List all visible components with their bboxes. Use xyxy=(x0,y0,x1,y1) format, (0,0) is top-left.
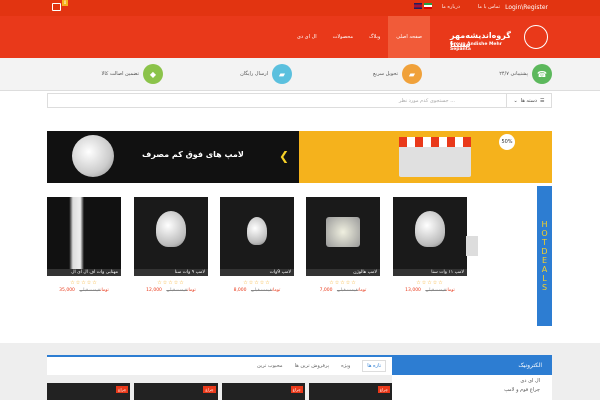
nav-blog[interactable]: وبلاگ xyxy=(361,16,388,58)
about-link[interactable]: درباره ما xyxy=(442,4,460,10)
category-title: الکترونیک xyxy=(392,355,552,375)
product-thumb[interactable]: چراغ xyxy=(221,383,305,400)
menu-icon: ☰ xyxy=(540,97,545,104)
globe-logo-icon xyxy=(524,25,548,49)
category-item[interactable]: ال ای دی xyxy=(392,375,552,384)
product-image xyxy=(306,197,380,269)
rating-stars: ☆☆☆☆☆ xyxy=(416,280,444,286)
bulb-image xyxy=(72,135,114,177)
rating-stars: ☆☆☆☆☆ xyxy=(157,280,185,286)
category-sidebar: الکترونیک ال ای دی چراغ فوم و لامپ xyxy=(392,355,552,400)
iran-flag-icon[interactable] xyxy=(424,3,432,9)
chevron-down-icon: ⌄ xyxy=(513,97,518,104)
product-image xyxy=(393,197,467,269)
shop-banner[interactable]: 50% xyxy=(299,131,552,183)
rating-stars: ☆☆☆☆☆ xyxy=(243,280,271,286)
cart-count-badge: 0 xyxy=(62,0,68,6)
truck-icon: ▰ xyxy=(402,64,422,84)
product-thumb[interactable]: چراغ xyxy=(308,383,392,400)
hot-deals-tab[interactable]: HOTDEALS xyxy=(537,186,552,326)
tab-special[interactable]: ویژه xyxy=(341,363,350,369)
features-bar: پشتیبانی ۲۴/۷ ☎ تحویل سریع ▰ ارسال رایگا… xyxy=(0,58,600,91)
header: گروه‌اندیشه‌مهر سپنتا Group Andishe Mehr… xyxy=(0,16,600,58)
product-thumb[interactable]: چراغ xyxy=(134,383,218,400)
tab-popular[interactable]: محبوب ترین xyxy=(257,363,283,369)
product-card[interactable]: مهتابی وات اف ال ای ال ☆☆☆☆☆ 35,000 توما… xyxy=(47,197,121,305)
product-name: مهتابی وات اف ال ای ال xyxy=(47,269,121,276)
feature-authenticity-label: تضمین اصالت کالا xyxy=(101,71,139,77)
shield-icon: ◆ xyxy=(143,64,163,84)
search-input[interactable]: جستجوی کدم مورد نظر ... xyxy=(399,98,455,104)
nav-led[interactable]: ال ای دی xyxy=(289,16,325,58)
rating-stars: ☆☆☆☆☆ xyxy=(70,280,98,286)
discount-badge: 50% xyxy=(499,134,515,150)
product-image xyxy=(220,197,294,269)
nav-products[interactable]: محصولات xyxy=(325,16,361,58)
uk-flag-icon[interactable] xyxy=(414,3,422,9)
product-name: لامپ 9وات xyxy=(220,269,294,276)
tab-new[interactable]: تازه ها xyxy=(362,360,386,372)
tab-bestsellers[interactable]: پرفروش ترین ها xyxy=(295,363,330,369)
language-selector[interactable] xyxy=(414,3,434,12)
product-price: 13,000 تومانقیمت قبلی xyxy=(405,288,455,293)
feature-free-shipping: ارسال رایگان ▰ xyxy=(240,63,292,85)
login-register-link[interactable]: Login\Register xyxy=(505,4,548,11)
feature-authenticity: تضمین اصالت کالا ◆ xyxy=(102,63,163,85)
arrow-icon: ❮ xyxy=(279,149,290,163)
product-thumb[interactable]: چراغ xyxy=(47,383,131,400)
category-select-label: دسته ها xyxy=(520,97,538,104)
feature-free-shipping-label: ارسال رایگان xyxy=(240,71,268,77)
product-tabs: تازه ها ویژه پرفروش ترین ها محبوب ترین xyxy=(47,355,392,375)
feature-fast-delivery: تحویل سریع ▰ xyxy=(373,63,422,85)
feature-support: پشتیبانی ۲۴/۷ ☎ xyxy=(499,63,552,85)
contact-link[interactable]: تماس با ما xyxy=(478,4,500,10)
nav-home[interactable]: صفحه اصلی xyxy=(388,16,430,58)
product-image xyxy=(47,197,121,269)
main-nav: صفحه اصلی وبلاگ محصولات ال ای دی xyxy=(289,16,430,58)
search-button[interactable] xyxy=(48,94,54,107)
led-banner[interactable]: لامپ های فوق کم مصرف ❮ xyxy=(47,131,299,183)
shop-illustration xyxy=(399,137,471,177)
product-name: لامپ هالوژن xyxy=(306,269,380,276)
feature-support-label: پشتیبانی ۲۴/۷ xyxy=(499,71,528,77)
search-bar: جستجوی کدم مورد نظر ... ⌄ دسته ها ☰ xyxy=(47,93,552,108)
feature-fast-delivery-label: تحویل سریع xyxy=(373,71,398,77)
product-name: لامپ ۱۱ وات سنا xyxy=(393,269,467,276)
product-carousel: لامپ ۱۱ وات سنا ☆☆☆☆☆ 13,000 تومانقیمت ق… xyxy=(47,197,477,307)
product-card[interactable]: لامپ هالوژن ☆☆☆☆☆ 7,000 تومانقیمت قبلی xyxy=(306,197,380,305)
banner-text: لامپ های فوق کم مصرف xyxy=(142,150,244,159)
carousel-next-button[interactable] xyxy=(466,236,478,256)
product-image xyxy=(134,197,208,269)
phone-icon: ☎ xyxy=(532,64,552,84)
category-select[interactable]: ⌄ دسته ها ☰ xyxy=(506,94,551,107)
product-price: 7,000 تومانقیمت قبلی xyxy=(319,288,367,293)
top-bar: 0 درباره ما تماس با ما Login\Register xyxy=(0,0,600,16)
logo[interactable]: گروه‌اندیشه‌مهر سپنتا Group Andishe Mehr… xyxy=(450,20,550,54)
product-thumbs: چراغ چراغ چراغ چراغ xyxy=(47,383,392,400)
product-price: 12,000 تومانقیمت قبلی xyxy=(146,288,196,293)
category-item[interactable]: چراغ فوم و لامپ xyxy=(392,384,552,393)
free-shipping-icon: ▰ xyxy=(272,64,292,84)
product-card[interactable]: لامپ ۹ وات سنا ☆☆☆☆☆ 12,000 تومانقیمت قب… xyxy=(134,197,208,305)
product-price: 8,000 تومانقیمت قبلی xyxy=(233,288,281,293)
product-card[interactable]: لامپ 9وات ☆☆☆☆☆ 8,000 تومانقیمت قبلی xyxy=(220,197,294,305)
cart-icon[interactable] xyxy=(52,3,61,11)
logo-subtitle: Group Andishe Mehr Sepanta xyxy=(450,42,502,52)
rating-stars: ☆☆☆☆☆ xyxy=(329,280,357,286)
product-name: لامپ ۹ وات سنا xyxy=(134,269,208,276)
product-card[interactable]: لامپ ۱۱ وات سنا ☆☆☆☆☆ 13,000 تومانقیمت ق… xyxy=(393,197,467,305)
product-price: 35,000 تومانقیمت قبلی xyxy=(59,288,109,293)
